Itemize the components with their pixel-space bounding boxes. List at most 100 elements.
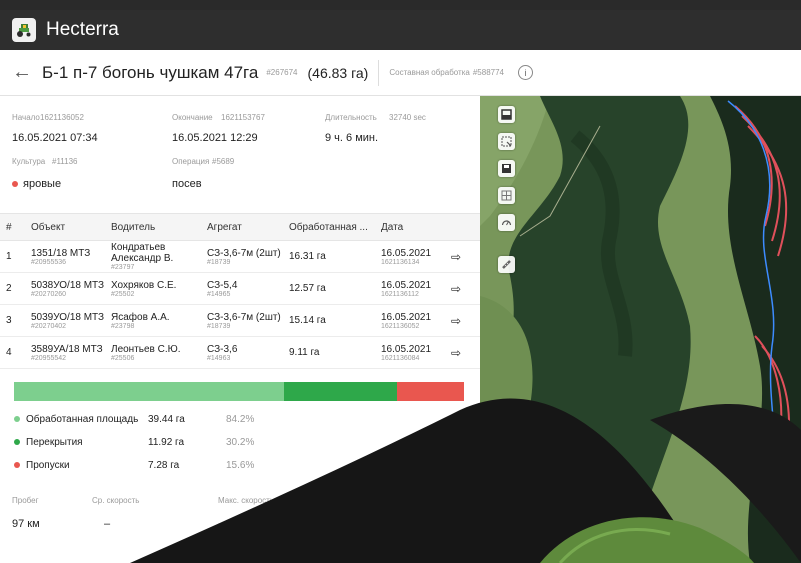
area-cell: 15.14 га — [283, 304, 375, 337]
back-arrow-icon[interactable]: ← — [12, 61, 32, 84]
driver-name: Ясафов А.А. — [111, 311, 170, 323]
column-header[interactable]: Обработанная ... — [283, 213, 375, 241]
driver-id: #23797 — [111, 264, 135, 271]
date-timestamp: 1621136134 — [381, 258, 420, 266]
driver-name: Леонтьев С.Ю. — [111, 343, 181, 355]
mileage-value: 97 км — [12, 518, 40, 530]
field-id: #267674 — [266, 68, 298, 77]
field-area: (46.83 га) — [307, 64, 369, 81]
driver-name: Кондратьев Александр В. — [111, 242, 174, 264]
unit-cell: СЗ-3,6 #14963 — [201, 336, 283, 369]
date-value: 16.05.2021 — [381, 279, 432, 291]
unit-id: #18739 — [207, 322, 231, 330]
map-imagery — [480, 96, 801, 563]
object-name: 5039УО/18 МТЗ — [31, 311, 105, 323]
legend-value: 11.92 га — [148, 437, 185, 448]
objects-table: # Объект Водитель Агрегат Обработанная .… — [0, 213, 480, 369]
info-icon[interactable]: i — [518, 65, 533, 80]
save-icon[interactable] — [498, 160, 515, 177]
column-header[interactable]: Дата — [375, 213, 445, 241]
driver-cell: Хохряков С.Е. #25502 — [105, 272, 201, 305]
ruler-icon[interactable] — [498, 256, 515, 273]
unit-cell: СЗ-5,4 #14965 — [201, 272, 283, 305]
select-icon[interactable] — [498, 133, 515, 150]
object-cell: 5039УО/18 МТЗ #20270402 — [25, 304, 105, 337]
column-header[interactable]: Водитель — [105, 213, 201, 241]
end-timestamp: 1621153767 — [221, 113, 265, 122]
legend-percent: 15.6% — [226, 460, 255, 471]
open-row-icon[interactable]: ⇨ — [445, 336, 480, 369]
app-title: Hecterra — [46, 19, 119, 40]
table-row[interactable]: 1 1351/18 МТЗ #20955536 Кондратьев Алекса… — [0, 240, 480, 273]
date-cell: 16.05.2021 1621136084 — [375, 336, 445, 369]
object-id: #20270402 — [31, 322, 67, 330]
legend-row-processed: Обработанная площадь 39.44 га 84.2% — [14, 414, 254, 428]
crop-label: Культура — [12, 157, 46, 166]
open-row-icon[interactable]: ⇨ — [445, 240, 480, 273]
row-number: 3 — [0, 304, 25, 337]
object-cell: 1351/18 МТЗ #20955536 — [25, 240, 105, 273]
open-row-icon[interactable]: ⇨ — [445, 304, 480, 337]
unit-name: СЗ-3,6 — [207, 343, 238, 355]
date-cell: 16.05.2021 1621136134 — [375, 240, 445, 273]
grid-icon[interactable] — [498, 187, 515, 204]
satellite-map[interactable] — [480, 96, 801, 563]
date-timestamp: 1621136052 — [381, 322, 420, 330]
legend-percent: 84.2% — [226, 414, 255, 425]
composite-id[interactable]: #588774 — [473, 68, 504, 77]
legend-percent: 30.2% — [226, 437, 255, 448]
crop-value-text: яровые — [23, 178, 62, 190]
date-value: 16.05.2021 — [381, 343, 432, 355]
driver-name: Хохряков С.Е. — [111, 279, 177, 291]
coverage-bar-overlap — [284, 382, 397, 401]
date-cell: 16.05.2021 1621136052 — [375, 304, 445, 337]
end-value: 16.05.2021 12:29 — [172, 132, 258, 144]
legend-value: 39.44 га — [148, 414, 185, 425]
legend-label: Перекрытия — [26, 437, 83, 448]
date-timestamp: 1621136112 — [381, 290, 419, 298]
speedometer-icon[interactable] — [498, 214, 515, 231]
table-row[interactable]: 3 5039УО/18 МТЗ #20270402 Ясафов А.А. #237… — [0, 304, 480, 337]
row-number: 2 — [0, 272, 25, 305]
layer-icon[interactable] — [498, 106, 515, 123]
date-value: 16.05.2021 — [381, 311, 432, 323]
driver-id: #25506 — [111, 354, 135, 362]
crop-value: яровые — [12, 178, 61, 190]
consumption-label: Потребл — [340, 496, 372, 505]
gaps-dot — [14, 462, 20, 469]
legend-row-overlap: Перекрытия 11.92 га 30.2% — [14, 437, 254, 451]
column-header-empty — [445, 213, 480, 241]
unit-name: СЗ-5,4 — [207, 279, 238, 291]
column-header[interactable]: # — [0, 213, 25, 241]
legend-label: Обработанная площадь — [26, 414, 139, 425]
field-name: Б-1 п-7 богонь чушкам 47га — [42, 62, 259, 82]
crop-id: #11136 — [52, 157, 78, 166]
details-panel: Начало 1621136052 16.05.2021 07:34 Оконч… — [0, 96, 480, 563]
row-number: 4 — [0, 336, 25, 369]
start-label: Начало — [12, 113, 40, 122]
legend-label: Пропуски — [26, 460, 70, 471]
object-id: #20270260 — [31, 290, 67, 298]
object-name: 5038УО/18 МТЗ — [31, 279, 105, 291]
coverage-bar — [14, 382, 464, 401]
open-row-icon[interactable]: ⇨ — [445, 272, 480, 305]
table-row[interactable]: 4 3589УА/18 МТЗ #20955542 Леонтьев С.Ю. #2… — [0, 336, 480, 369]
column-header[interactable]: Агрегат — [201, 213, 283, 241]
avg-speed-value: – — [104, 518, 111, 530]
overlap-dot — [14, 439, 20, 446]
table-row[interactable]: 2 5038УО/18 МТЗ #20270260 Хохряков С.Е. #2… — [0, 272, 480, 305]
column-header[interactable]: Объект — [25, 213, 105, 241]
unit-cell: СЗ-3,6-7м (2шт) #18739 — [201, 240, 283, 273]
app-header: Hecterra — [0, 10, 801, 50]
avg-speed-label: Ср. скорость — [92, 496, 140, 505]
divider — [378, 59, 380, 86]
object-name: 3589УА/18 МТЗ — [31, 343, 103, 355]
object-id: #20955536 — [31, 258, 67, 266]
duration-seconds: 32740 sec — [389, 113, 426, 122]
unit-id: #18739 — [207, 258, 231, 266]
processed-dot — [14, 416, 20, 423]
operation-value: посев — [172, 178, 202, 190]
driver-cell: Леонтьев С.Ю. #25506 — [105, 336, 201, 369]
composite-label: Составная обработка — [389, 68, 470, 77]
operation-id: #5689 — [212, 157, 235, 166]
